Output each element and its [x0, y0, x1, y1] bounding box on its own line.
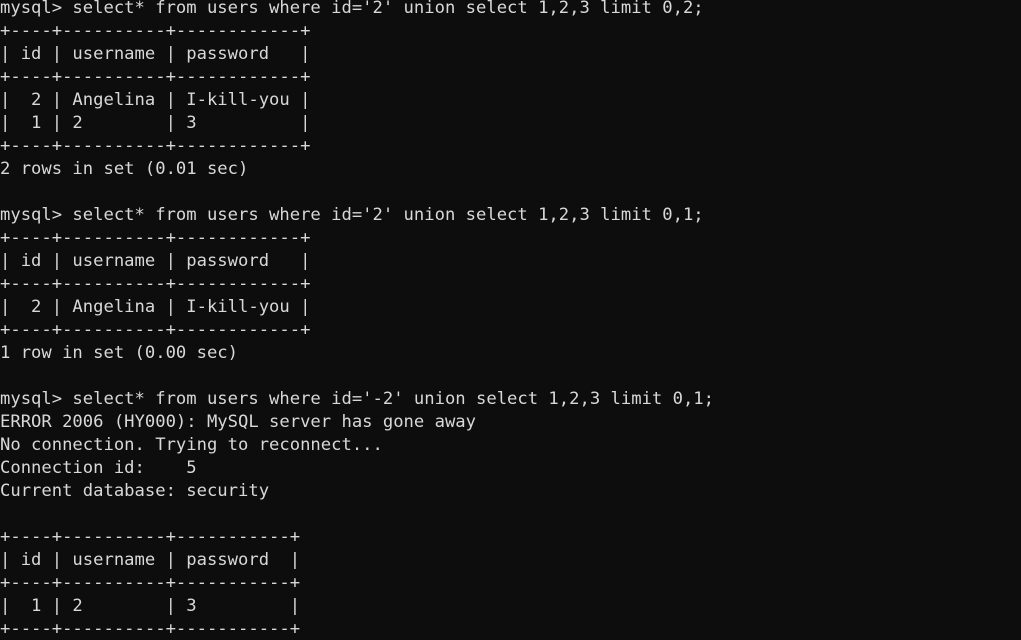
terminal-screen: mysql> select* from users where id='2' u…	[0, 0, 1021, 640]
terminal-line-table-header: | id | username | password |	[0, 44, 311, 64]
terminal-line-command: mysql> select* from users where id='2' u…	[0, 0, 704, 18]
terminal-line-error: No connection. Trying to reconnect...	[0, 435, 383, 455]
terminal-line-table-separator: +----+----------+------------+	[0, 67, 311, 87]
terminal-line-command: mysql> select* from users where id='2' u…	[0, 205, 704, 225]
terminal-line-table-header: | id | username | password |	[0, 251, 311, 271]
terminal-line-table-separator: +----+----------+-----------+	[0, 527, 301, 547]
terminal-line-status: 1 row in set (0.00 sec)	[0, 343, 238, 363]
terminal-line-table-header: | id | username | password |	[0, 550, 301, 570]
terminal-line-table-row: | 2 | Angelina | I-kill-you |	[0, 90, 311, 110]
terminal-line-table-row: | 1 | 2 | 3 |	[0, 596, 301, 616]
terminal-line-command: mysql> select* from users where id='-2' …	[0, 389, 714, 409]
terminal-line-table-separator: +----+----------+------------+	[0, 21, 311, 41]
terminal-line-table-separator: +----+----------+------------+	[0, 136, 311, 156]
terminal-window[interactable]: mysql> select* from users where id='2' u…	[0, 0, 1021, 640]
terminal-line-table-separator: +----+----------+------------+	[0, 320, 311, 340]
terminal-line-table-row: | 1 | 2 | 3 |	[0, 113, 311, 133]
terminal-line-connection-id: Connection id: 5	[0, 458, 197, 478]
terminal-line-table-separator: +----+----------+-----------+	[0, 573, 301, 593]
terminal-line-table-row: | 2 | Angelina | I-kill-you |	[0, 297, 311, 317]
terminal-line-table-separator: +----+----------+------------+	[0, 274, 311, 294]
terminal-line-status: 2 rows in set (0.01 sec)	[0, 159, 249, 179]
terminal-line-error: ERROR 2006 (HY000): MySQL server has gon…	[0, 412, 476, 432]
terminal-line-current-database: Current database: security	[0, 481, 270, 501]
terminal-line-table-separator: +----+----------+------------+	[0, 228, 311, 248]
terminal-line-table-separator: +----+----------+-----------+	[0, 619, 301, 639]
